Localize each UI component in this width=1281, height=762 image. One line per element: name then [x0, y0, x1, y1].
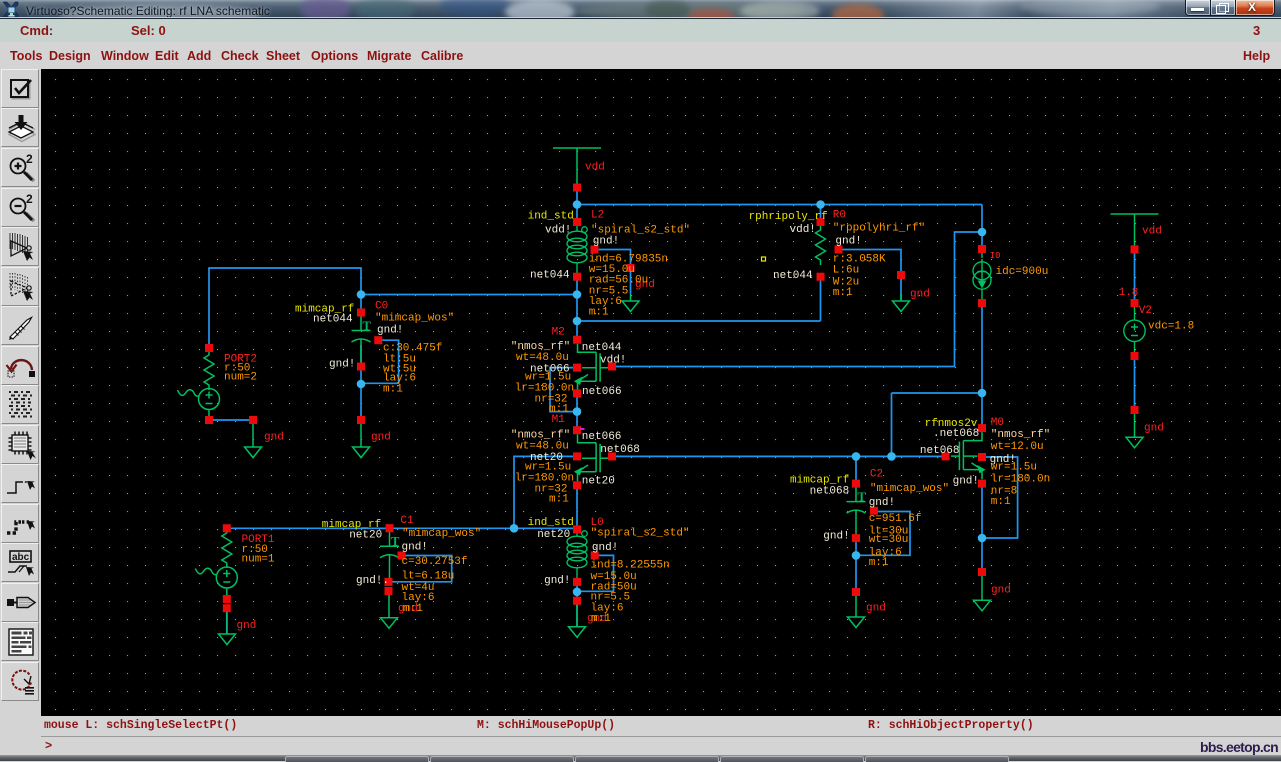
svg-text:gnd!: gnd!	[593, 236, 619, 248]
svg-text:m:1: m:1	[833, 287, 853, 299]
svg-text:gnd!: gnd!	[592, 542, 618, 554]
svg-text:T: T	[858, 490, 867, 504]
svg-text:lr=180.0n: lr=180.0n	[991, 474, 1050, 486]
svg-text:"spiral_s2_std": "spiral_s2_std"	[591, 528, 690, 540]
svg-text:net044: net044	[582, 342, 622, 354]
svg-text:num=2: num=2	[224, 372, 257, 384]
svg-text:net068: net068	[600, 444, 640, 456]
svg-text:gnd: gnd	[264, 432, 284, 444]
svg-text:2: 2	[26, 152, 33, 166]
svg-text:T: T	[391, 535, 400, 549]
svg-text:gnd: gnd	[237, 620, 257, 632]
svg-text:gnd: gnd	[910, 289, 930, 301]
svg-text:"rppolyhri_rf": "rppolyhri_rf"	[833, 222, 925, 234]
svg-text:wr=1.5u: wr=1.5u	[991, 462, 1037, 474]
svg-text:M0: M0	[991, 417, 1004, 429]
svg-text:gnd!: gnd!	[823, 531, 849, 543]
svg-text:net044: net044	[773, 270, 813, 282]
svg-text:C0: C0	[375, 301, 388, 313]
svg-text:vdc=1.8: vdc=1.8	[1148, 320, 1194, 332]
svg-text:M1: M1	[552, 414, 566, 426]
svg-text:m:1: m:1	[403, 603, 423, 615]
svg-text:vdd!: vdd!	[600, 355, 626, 367]
svg-text:net068: net068	[920, 445, 960, 457]
svg-text:2: 2	[26, 192, 33, 206]
svg-text:ind_std: ind_std	[528, 211, 574, 223]
svg-text:gnd: gnd	[371, 432, 391, 444]
svg-text:m:1: m:1	[549, 494, 569, 506]
svg-text:abc: abc	[12, 552, 30, 563]
svg-text:wt=12.0u: wt=12.0u	[991, 441, 1044, 453]
svg-text:r:3.058K: r:3.058K	[833, 254, 886, 266]
svg-text:rphripoly_rf: rphripoly_rf	[749, 211, 828, 223]
svg-text:L:6u: L:6u	[833, 265, 859, 277]
svg-text:1.8: 1.8	[1119, 287, 1139, 299]
svg-text:num=1: num=1	[242, 553, 275, 565]
svg-text:wt=30u: wt=30u	[869, 534, 909, 546]
svg-text:C2: C2	[870, 468, 883, 480]
svg-text:m:1: m:1	[869, 557, 889, 569]
svg-text:net066: net066	[582, 386, 622, 398]
svg-text:wt=48.0u: wt=48.0u	[516, 352, 569, 364]
svg-text:net20: net20	[349, 530, 382, 542]
svg-text:"nmos_rf": "nmos_rf"	[511, 341, 570, 353]
svg-text:net066: net066	[582, 431, 622, 443]
svg-text:gnd: gnd	[1144, 423, 1164, 435]
svg-text:C1: C1	[400, 515, 414, 527]
svg-text:wt=48.0u: wt=48.0u	[516, 441, 569, 453]
svg-text:net068: net068	[810, 485, 850, 497]
svg-text:ind_std: ind_std	[528, 517, 574, 529]
svg-text:m:1: m:1	[383, 384, 403, 396]
svg-text:c=30.2753f: c=30.2753f	[402, 556, 468, 568]
svg-text:gnd!: gnd!	[869, 497, 895, 509]
svg-text:m:1: m:1	[549, 404, 569, 416]
svg-text:vdd: vdd	[1142, 226, 1162, 238]
svg-text:T: T	[363, 319, 372, 333]
svg-text:gnd!: gnd!	[544, 575, 570, 587]
svg-text:R0: R0	[833, 209, 846, 221]
svg-text:vdd: vdd	[585, 162, 605, 174]
svg-text:"mimcap_wos": "mimcap_wos"	[402, 528, 481, 540]
svg-text:net20: net20	[582, 476, 615, 488]
svg-text:vdd!: vdd!	[545, 225, 571, 237]
svg-text:gnd!.: gnd!.	[356, 575, 389, 587]
svg-text:gnd!: gnd!	[377, 325, 403, 337]
svg-text:idc=900u: idc=900u	[996, 266, 1049, 278]
svg-text:gnd!: gnd!	[835, 236, 861, 248]
svg-text:gnd!: gnd!	[402, 542, 428, 554]
svg-text:"spiral_s2_std": "spiral_s2_std"	[591, 225, 690, 237]
svg-text:ind=8.22555n: ind=8.22555n	[591, 559, 670, 571]
svg-text:net044: net044	[530, 270, 570, 282]
svg-text:"mimcap_wos": "mimcap_wos"	[870, 483, 949, 495]
svg-text:"nmos_rf": "nmos_rf"	[991, 429, 1050, 441]
svg-text:m:1: m:1	[991, 496, 1011, 508]
svg-text:"mimcap_wos": "mimcap_wos"	[375, 313, 454, 325]
svg-text:net20: net20	[537, 529, 570, 541]
svg-text:"nmos_rf": "nmos_rf"	[511, 429, 570, 441]
svg-text:.net068: .net068	[933, 428, 979, 440]
svg-text:lt=6.18u: lt=6.18u	[402, 571, 455, 583]
svg-text:I0: I0	[990, 251, 1001, 261]
svg-text:net044: net044	[313, 314, 353, 326]
svg-text:gnd!: gnd!	[953, 476, 979, 488]
svg-text:vdd!: vdd!	[790, 224, 816, 236]
svg-text:gnd!: gnd!	[329, 359, 355, 371]
svg-text:gnd: gnd	[866, 602, 886, 614]
svg-text:gnd: gnd	[991, 585, 1011, 597]
svg-text:c=951.6f: c=951.6f	[869, 513, 922, 525]
svg-text:m:1: m:1	[591, 613, 611, 625]
svg-text:V2: V2	[1139, 305, 1152, 317]
svg-text:m:1: m:1	[589, 307, 609, 319]
svg-text:L2: L2	[591, 210, 604, 222]
svg-text:M2: M2	[552, 327, 565, 339]
